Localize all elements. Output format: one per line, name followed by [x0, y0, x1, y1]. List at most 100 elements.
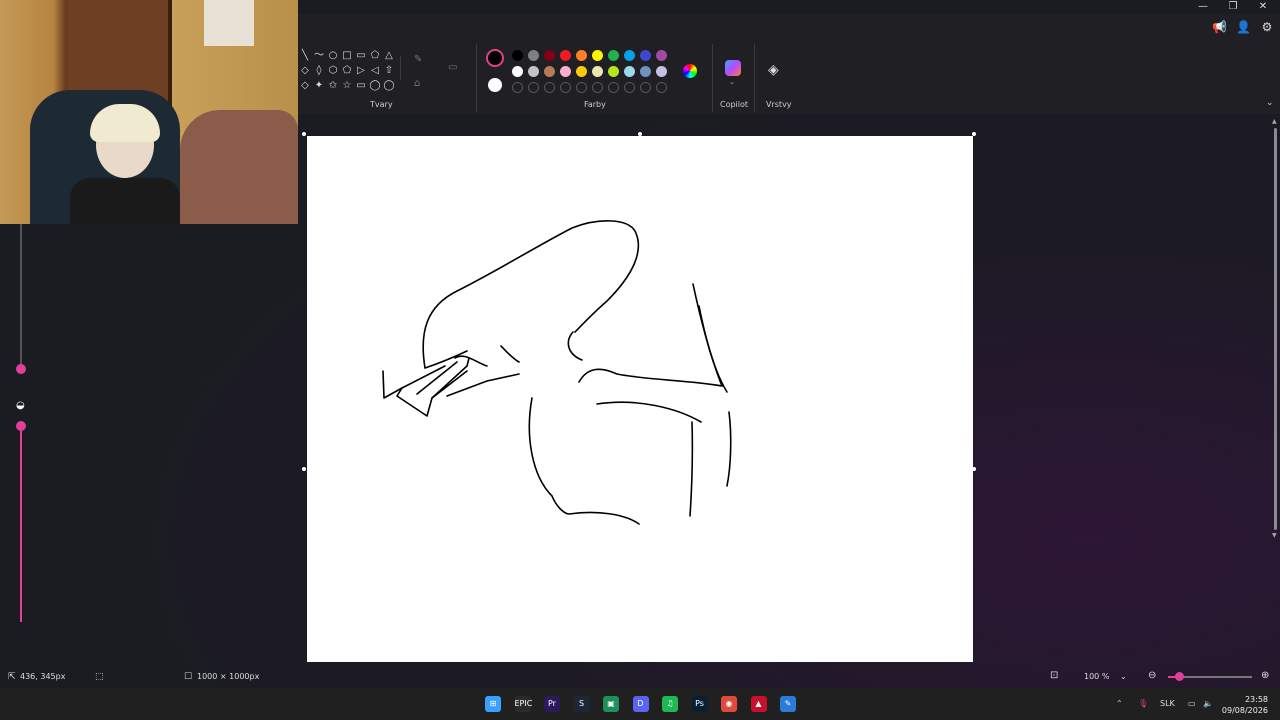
- scroll-down-icon[interactable]: ▼: [1272, 532, 1277, 539]
- clock[interactable]: 23:58 09/08/2026: [1222, 694, 1268, 716]
- color-swatch[interactable]: [560, 66, 571, 77]
- resize-handle-right[interactable]: [972, 467, 976, 471]
- resize-handle-top-right[interactable]: [972, 132, 976, 136]
- color-swatch[interactable]: [528, 50, 539, 61]
- shape-tool-19-icon[interactable]: ◯: [368, 80, 382, 92]
- start-icon[interactable]: ⊞: [485, 696, 501, 712]
- color-swatch[interactable]: [624, 50, 635, 61]
- resize-handle-left[interactable]: [302, 467, 306, 471]
- custom-color-slot[interactable]: [656, 82, 667, 93]
- resize-handle-top[interactable]: [638, 132, 642, 136]
- custom-color-slot[interactable]: [512, 82, 523, 93]
- shape-tool-0-icon[interactable]: ╲: [298, 50, 312, 62]
- ribbon-collapse-icon[interactable]: ⌄: [1266, 98, 1274, 108]
- close-button[interactable]: ✕: [1248, 0, 1278, 14]
- custom-color-slot[interactable]: [544, 82, 555, 93]
- zoom-slider-knob[interactable]: [1175, 672, 1184, 681]
- fit-to-window-icon[interactable]: ⊡: [1050, 670, 1058, 681]
- spotify-icon[interactable]: ♫: [662, 696, 678, 712]
- steam-icon[interactable]: S: [573, 696, 590, 712]
- megaphone-icon[interactable]: 📢: [1212, 20, 1227, 34]
- microphone-icon[interactable]: 🎙: [1138, 699, 1148, 708]
- shape-tool-18-icon[interactable]: ▭: [354, 80, 368, 92]
- epic-games-icon[interactable]: EPIC: [514, 696, 532, 712]
- app-green-icon[interactable]: ▣: [603, 696, 619, 712]
- fill-icon[interactable]: ▭: [448, 62, 457, 73]
- color-picker-icon[interactable]: [683, 64, 697, 78]
- shape-tool-15-icon[interactable]: ✦: [312, 80, 326, 92]
- shape-tool-8-icon[interactable]: ◊: [312, 65, 326, 77]
- color-swatch[interactable]: [576, 66, 587, 77]
- opacity-knob[interactable]: [16, 421, 26, 431]
- color-swatch[interactable]: [576, 50, 587, 61]
- color-swatch[interactable]: [656, 66, 667, 77]
- chevron-down-icon[interactable]: ⌄: [729, 78, 735, 86]
- chrome-icon[interactable]: ◉: [721, 696, 737, 712]
- shape-tool-6-icon[interactable]: △: [382, 50, 396, 62]
- primary-color-swatch[interactable]: [486, 49, 504, 67]
- outline-icon[interactable]: ✎: [414, 54, 422, 65]
- minimize-button[interactable]: —: [1188, 0, 1218, 14]
- vertical-scrollbar[interactable]: [1274, 128, 1277, 530]
- custom-color-slot[interactable]: [608, 82, 619, 93]
- custom-color-slot[interactable]: [624, 82, 635, 93]
- color-swatch[interactable]: [608, 50, 619, 61]
- shape-tool-20-icon[interactable]: ◯: [382, 80, 396, 92]
- maximize-button[interactable]: ❐: [1218, 0, 1248, 14]
- color-swatch[interactable]: [512, 50, 523, 61]
- zoom-in-icon[interactable]: ⊕: [1261, 670, 1269, 681]
- shape-tool-13-icon[interactable]: ⇧: [382, 65, 396, 77]
- discord-icon[interactable]: D: [632, 696, 649, 712]
- layers-icon[interactable]: ◈: [768, 62, 779, 78]
- color-swatch[interactable]: [528, 66, 539, 77]
- color-swatch[interactable]: [512, 66, 523, 77]
- custom-color-slot[interactable]: [576, 82, 587, 93]
- color-swatch[interactable]: [560, 50, 571, 61]
- network-icon[interactable]: ▭: [1188, 699, 1196, 708]
- premiere-icon[interactable]: Pr: [544, 696, 560, 712]
- shape-tool-5-icon[interactable]: ⬠: [368, 50, 382, 62]
- color-swatch[interactable]: [640, 66, 651, 77]
- language-indicator[interactable]: SLK: [1160, 699, 1175, 708]
- secondary-color-swatch[interactable]: [488, 78, 502, 92]
- tray-overflow-icon[interactable]: ⌃: [1116, 699, 1123, 708]
- custom-color-slot[interactable]: [640, 82, 651, 93]
- custom-color-slot[interactable]: [528, 82, 539, 93]
- shape-tool-7-icon[interactable]: ◇: [298, 65, 312, 77]
- color-swatch[interactable]: [592, 66, 603, 77]
- custom-color-slot[interactable]: [592, 82, 603, 93]
- shape-tool-14-icon[interactable]: ◇: [298, 80, 312, 92]
- shape-tool-11-icon[interactable]: ▷: [354, 65, 368, 77]
- photoshop-icon[interactable]: Ps: [691, 696, 708, 712]
- layers-label[interactable]: Vrstvy: [766, 100, 792, 109]
- shape-tool-16-icon[interactable]: ✩: [326, 80, 340, 92]
- app-red-icon[interactable]: ▲: [750, 696, 767, 712]
- opacity-track[interactable]: [20, 426, 22, 622]
- color-swatch[interactable]: [544, 66, 555, 77]
- copilot-label[interactable]: Copilot: [720, 100, 748, 109]
- color-swatch[interactable]: [608, 66, 619, 77]
- shape-tool-1-icon[interactable]: 〜: [312, 50, 326, 62]
- shape-tool-4-icon[interactable]: ▭: [354, 50, 368, 62]
- color-swatch[interactable]: [592, 50, 603, 61]
- zoom-level[interactable]: 100 %: [1084, 672, 1109, 681]
- size-icon[interactable]: ⌂: [414, 78, 420, 89]
- color-swatch[interactable]: [624, 66, 635, 77]
- zoom-dropdown-chevron-icon[interactable]: ⌄: [1120, 672, 1127, 681]
- zoom-out-icon[interactable]: ⊖: [1148, 670, 1156, 681]
- volume-icon[interactable]: 🔈: [1203, 699, 1213, 708]
- color-swatch[interactable]: [656, 50, 667, 61]
- drawing-canvas[interactable]: [307, 136, 973, 662]
- shape-tool-12-icon[interactable]: ◁: [368, 65, 382, 77]
- resize-handle-top-left[interactable]: [302, 132, 306, 136]
- shape-tool-10-icon[interactable]: ⬠: [340, 65, 354, 77]
- scroll-up-icon[interactable]: ▲: [1272, 118, 1277, 125]
- shape-tool-3-icon[interactable]: □: [340, 50, 354, 62]
- account-icon[interactable]: 👤: [1236, 20, 1251, 34]
- shape-tool-17-icon[interactable]: ☆: [340, 80, 354, 92]
- brush-size-knob[interactable]: [16, 364, 26, 374]
- shape-tool-9-icon[interactable]: ⬡: [326, 65, 340, 77]
- paint-icon[interactable]: ✎: [780, 696, 796, 712]
- gear-icon[interactable]: ⚙: [1260, 20, 1274, 34]
- shape-tool-2-icon[interactable]: ○: [326, 50, 340, 62]
